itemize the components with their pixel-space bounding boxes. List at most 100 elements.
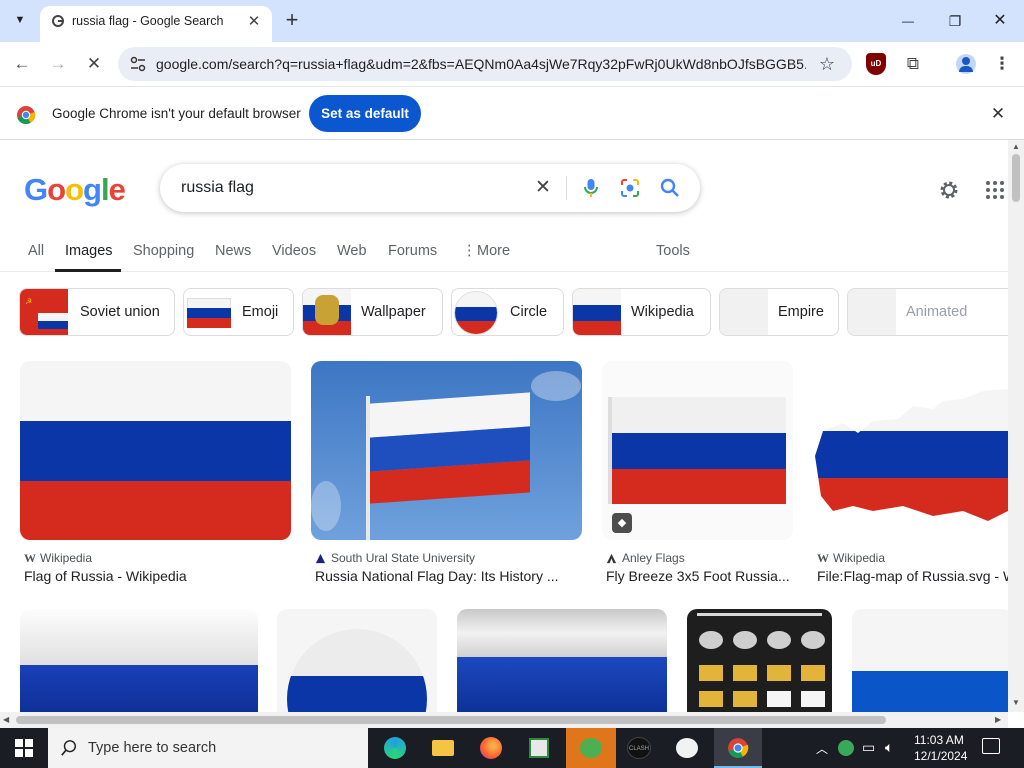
chip-thumbnail bbox=[303, 289, 351, 335]
tab-shopping[interactable]: Shopping bbox=[133, 243, 194, 259]
result-image[interactable] bbox=[852, 609, 1008, 712]
result-title[interactable]: Flag of Russia - Wikipedia bbox=[24, 568, 187, 584]
chrome-app-icon[interactable] bbox=[714, 728, 762, 768]
infobar-message: Google Chrome isn't your default browser bbox=[52, 106, 301, 121]
notepad-app-icon[interactable] bbox=[516, 728, 562, 768]
tab-search-button[interactable]: ▼ bbox=[8, 8, 32, 32]
chip-circle[interactable]: Circle bbox=[451, 288, 564, 336]
tray-expand-icon[interactable]: ︿ bbox=[816, 740, 828, 757]
image-result[interactable]: South Ural State University Russia Natio… bbox=[311, 361, 583, 591]
bookmark-star-icon[interactable]: ☆ bbox=[814, 51, 840, 77]
image-result[interactable]: ◆ Anley Flags Fly Breeze 3x5 Foot Russia… bbox=[602, 361, 794, 591]
google-logo[interactable]: Google bbox=[24, 172, 126, 208]
extensions-puzzle-icon[interactable]: ⧉ bbox=[899, 50, 927, 78]
result-image[interactable] bbox=[20, 361, 291, 540]
russia-map-flag bbox=[815, 389, 1008, 521]
result-image[interactable] bbox=[457, 609, 667, 712]
result-title[interactable]: Fly Breeze 3x5 Foot Russia... bbox=[606, 568, 790, 584]
image-result[interactable]: W Wikipedia File:Flag-map of Russia.svg … bbox=[813, 361, 1008, 591]
notification-icon[interactable] bbox=[982, 738, 1000, 754]
chip-emoji[interactable]: Emoji bbox=[183, 288, 294, 336]
network-icon[interactable]: ▭ bbox=[862, 739, 875, 756]
result-source[interactable]: South Ural State University bbox=[331, 551, 475, 565]
search-box[interactable]: russia flag ✕ bbox=[160, 164, 700, 212]
image-result[interactable] bbox=[20, 609, 258, 712]
windows-start-icon[interactable] bbox=[14, 738, 34, 758]
tools-button[interactable]: Tools bbox=[656, 243, 690, 259]
result-title[interactable]: File:Flag-map of Russia.svg - Wikipedia bbox=[817, 568, 1008, 584]
chip-thumbnail: ☭ bbox=[20, 289, 68, 335]
result-image[interactable] bbox=[277, 609, 437, 712]
edge-app-icon[interactable] bbox=[372, 728, 418, 768]
tab-images[interactable]: Images bbox=[65, 243, 113, 259]
chip-empire[interactable]: Empire bbox=[719, 288, 839, 336]
chip-soviet-union[interactable]: ☭ Soviet union bbox=[19, 288, 175, 336]
vertical-scroll-thumb[interactable] bbox=[1012, 154, 1020, 202]
ublock-extension-icon[interactable]: uD bbox=[866, 53, 886, 75]
search-icon[interactable] bbox=[658, 176, 682, 200]
chip-wikipedia[interactable]: Wikipedia bbox=[572, 288, 711, 336]
image-result[interactable] bbox=[457, 609, 667, 712]
result-image[interactable] bbox=[20, 609, 258, 712]
profile-avatar-icon[interactable] bbox=[956, 54, 976, 74]
minimize-button[interactable]: — bbox=[894, 8, 922, 34]
tab-news[interactable]: News bbox=[215, 243, 251, 259]
google-apps-icon[interactable] bbox=[983, 178, 1007, 202]
tab-close-button[interactable]: ✕ bbox=[244, 12, 264, 32]
result-image[interactable]: ◆ bbox=[602, 361, 793, 540]
image-result[interactable]: W Wikipedia Flag of Russia - Wikipedia bbox=[20, 361, 292, 591]
result-image[interactable] bbox=[813, 361, 1008, 540]
tab-web[interactable]: Web bbox=[337, 243, 367, 259]
tab-all[interactable]: All bbox=[28, 243, 44, 259]
chrome-menu-icon[interactable]: ⋮ bbox=[988, 50, 1016, 78]
tab-forums[interactable]: Forums bbox=[388, 243, 437, 259]
url-text[interactable]: google.com/search?q=russia+flag&udm=2&fb… bbox=[156, 56, 806, 72]
chip-animated[interactable]: Animated bbox=[847, 288, 1008, 336]
paint-app-icon[interactable] bbox=[664, 728, 710, 768]
image-result[interactable] bbox=[687, 609, 832, 712]
wikipedia-icon: W bbox=[817, 551, 829, 565]
chip-label: Animated bbox=[906, 304, 968, 320]
image-result[interactable] bbox=[852, 609, 1008, 712]
tab-more[interactable]: More bbox=[477, 243, 510, 259]
tray-app-icon[interactable] bbox=[838, 740, 854, 756]
new-tab-button[interactable]: + bbox=[280, 8, 304, 32]
window-close-button[interactable]: ✕ bbox=[986, 8, 1014, 34]
back-button[interactable]: ← bbox=[8, 50, 36, 78]
search-nav-tabs: All Images Shopping News Videos Web Foru… bbox=[0, 234, 1008, 272]
tab-videos[interactable]: Videos bbox=[272, 243, 316, 259]
set-as-default-button[interactable]: Set as default bbox=[309, 95, 421, 132]
result-image[interactable] bbox=[311, 361, 582, 540]
clock-time[interactable]: 11:03 AM bbox=[914, 733, 964, 747]
address-bar[interactable]: google.com/search?q=russia+flag&udm=2&fb… bbox=[118, 47, 852, 81]
horizontal-scrollbar[interactable]: ◀ ▶ bbox=[0, 712, 1008, 728]
taskbar-search-box[interactable]: Type here to search bbox=[48, 728, 368, 768]
clear-search-button[interactable]: ✕ bbox=[531, 176, 555, 200]
clash-app-icon[interactable]: CLASH bbox=[616, 728, 662, 768]
tab-active[interactable]: russia flag - Google Search ✕ bbox=[40, 6, 272, 42]
stop-loading-button[interactable]: ✕ bbox=[80, 50, 108, 78]
settings-gear-icon[interactable] bbox=[937, 178, 961, 202]
clock-date[interactable]: 12/1/2024 bbox=[914, 749, 967, 763]
forward-button[interactable]: → bbox=[44, 50, 72, 78]
result-source[interactable]: Wikipedia bbox=[833, 551, 885, 565]
image-result[interactable] bbox=[277, 609, 437, 712]
game-app-icon[interactable] bbox=[566, 728, 616, 768]
result-image[interactable] bbox=[687, 609, 832, 712]
site-info-icon[interactable] bbox=[129, 55, 147, 73]
google-lens-icon[interactable] bbox=[618, 176, 642, 200]
result-title[interactable]: Russia National Flag Day: Its History ..… bbox=[315, 568, 559, 584]
result-source[interactable]: Wikipedia bbox=[40, 551, 92, 565]
result-source[interactable]: Anley Flags bbox=[622, 551, 685, 565]
firefox-app-icon[interactable] bbox=[468, 728, 514, 768]
chip-wallpaper[interactable]: Wallpaper bbox=[302, 288, 443, 336]
infobar-close-button[interactable]: ✕ bbox=[988, 104, 1008, 124]
vertical-scrollbar[interactable]: ▲ ▼ bbox=[1008, 140, 1024, 712]
maximize-button[interactable]: ❐ bbox=[941, 8, 969, 34]
search-query-input[interactable]: russia flag bbox=[181, 179, 254, 197]
microphone-icon[interactable] bbox=[579, 176, 603, 200]
browser-toolbar: ← → ✕ google.com/search?q=russia+flag&ud… bbox=[0, 42, 1024, 86]
file-explorer-icon[interactable] bbox=[420, 728, 466, 768]
horizontal-scroll-thumb[interactable] bbox=[16, 716, 886, 724]
volume-icon[interactable]: 🔈︎ bbox=[885, 739, 893, 756]
